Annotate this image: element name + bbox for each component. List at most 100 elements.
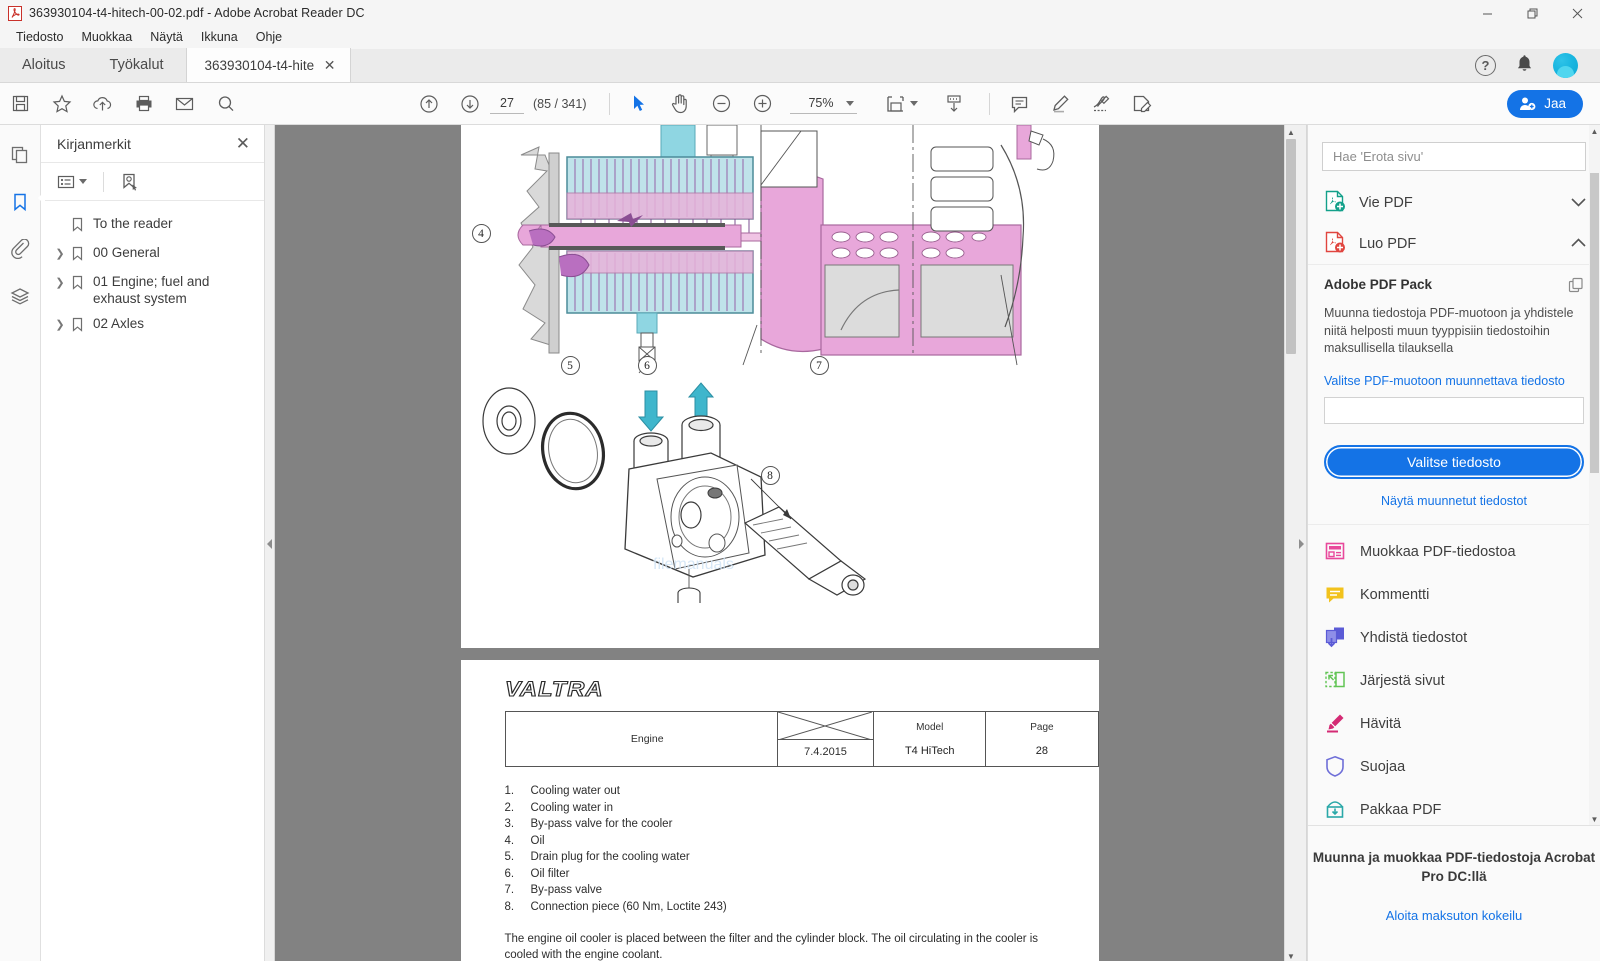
legend-number: 2. bbox=[504, 801, 515, 814]
document-viewport[interactable]: filemanuals 4 5 6 7 8 VALTRA Engine 7.4.… bbox=[275, 125, 1297, 961]
tool-label: Pakkaa PDF bbox=[1360, 802, 1442, 818]
menu-muokkaa[interactable]: Muokkaa bbox=[73, 28, 140, 47]
page-number-input[interactable] bbox=[490, 93, 524, 114]
previous-page-icon[interactable] bbox=[408, 83, 449, 125]
accordion-create-pdf[interactable]: Luo PDF bbox=[1308, 223, 1600, 264]
comment-icon[interactable] bbox=[999, 83, 1040, 125]
scroll-up-icon[interactable]: ▲ bbox=[1285, 125, 1297, 139]
expand-chevron-icon[interactable]: ❯ bbox=[53, 273, 67, 289]
zoom-in-icon[interactable] bbox=[742, 83, 783, 125]
chevron-down-icon bbox=[79, 179, 87, 184]
show-converted-files-link[interactable]: Näytä muunnetut tiedostot bbox=[1324, 494, 1584, 508]
page-thumbnails-icon[interactable] bbox=[4, 139, 36, 171]
layers-icon[interactable] bbox=[4, 280, 36, 312]
close-button[interactable] bbox=[1555, 0, 1600, 26]
zoom-level-dropdown[interactable]: 75% bbox=[789, 93, 857, 114]
tools-panel-scrollbar[interactable]: ▲ ▼ bbox=[1589, 125, 1600, 825]
new-bookmark-icon[interactable] bbox=[117, 169, 143, 195]
tools-search-input[interactable] bbox=[1322, 142, 1586, 171]
bookmark-label: To the reader bbox=[93, 216, 173, 231]
list-item: 8. Connection piece (60 Nm, Loctite 243) bbox=[505, 899, 1065, 916]
collapse-left-icon[interactable] bbox=[267, 539, 272, 549]
document-scrollbar[interactable]: ▲ ▼ bbox=[1284, 125, 1297, 961]
legend-list: 1. Cooling water out 2. Cooling water in 3… bbox=[505, 783, 1065, 915]
menu-tiedosto[interactable]: Tiedosto bbox=[8, 28, 71, 47]
tab-close-icon[interactable]: ✕ bbox=[324, 58, 336, 72]
panel-scrollbar-thumb[interactable] bbox=[1590, 173, 1599, 473]
copy-icon[interactable] bbox=[1568, 277, 1584, 296]
star-icon[interactable] bbox=[41, 83, 82, 125]
collapse-right-icon[interactable] bbox=[1299, 539, 1304, 549]
next-page-icon[interactable] bbox=[449, 83, 490, 125]
chevron-down-icon[interactable] bbox=[1571, 196, 1586, 210]
tool-edit-pdf[interactable]: Muokkaa PDF-tiedostoa bbox=[1308, 531, 1600, 574]
document-body-text: The engine oil cooler is placed between … bbox=[504, 933, 1039, 961]
select-file-button[interactable]: Valitse tiedosto bbox=[1324, 444, 1584, 479]
tools-search-wrap bbox=[1308, 125, 1600, 182]
edit-pdf-icon bbox=[1324, 540, 1346, 565]
cloud-upload-icon[interactable] bbox=[82, 83, 123, 125]
bookmark-options-icon[interactable] bbox=[54, 171, 90, 193]
share-button[interactable]: Jaa bbox=[1507, 89, 1583, 118]
minimize-button[interactable] bbox=[1465, 0, 1510, 26]
promo-trial-link[interactable]: Aloita maksuton kokeilu bbox=[1308, 908, 1600, 923]
tool-organize-pages[interactable]: Järjestä sivut bbox=[1308, 660, 1600, 703]
fill-and-sign-icon[interactable] bbox=[1122, 83, 1163, 125]
fit-page-icon[interactable] bbox=[881, 83, 922, 125]
attachments-icon[interactable] bbox=[4, 233, 36, 265]
meta-description: Engine bbox=[504, 711, 778, 767]
menu-ikkuna[interactable]: Ikkuna bbox=[193, 28, 246, 47]
tool-comment[interactable]: Kommentti bbox=[1308, 574, 1600, 617]
menu-nayta[interactable]: Näytä bbox=[142, 28, 191, 47]
help-icon[interactable]: ? bbox=[1475, 54, 1496, 76]
pdf-pack-section: Adobe PDF Pack Muunna tiedostoja PDF-muo… bbox=[1308, 264, 1600, 525]
left-panel-splitter[interactable] bbox=[265, 125, 275, 961]
print-icon[interactable] bbox=[123, 83, 164, 125]
page-scrolling-icon[interactable] bbox=[934, 83, 975, 125]
bookmark-item-02-axles[interactable]: ❯ 02 Axles bbox=[41, 311, 264, 340]
zoom-out-icon[interactable] bbox=[701, 83, 742, 125]
scrollbar-thumb[interactable] bbox=[1286, 139, 1296, 354]
tab-document[interactable]: 363930104-t4-hite... ✕ bbox=[185, 48, 351, 82]
menu-ohje[interactable]: Ohje bbox=[248, 28, 290, 47]
restore-button[interactable] bbox=[1510, 0, 1555, 26]
page-28-content: VALTRA Engine 7.4.2015 Model T4 HiTech P… bbox=[461, 660, 1099, 961]
tool-protect[interactable]: Suojaa bbox=[1308, 746, 1600, 789]
panel-scroll-down-icon[interactable]: ▼ bbox=[1589, 813, 1600, 825]
chevron-up-icon[interactable] bbox=[1571, 237, 1586, 251]
save-icon[interactable] bbox=[0, 83, 41, 125]
bookmarks-icon[interactable] bbox=[4, 186, 45, 218]
pdf-pack-title-row: Adobe PDF Pack bbox=[1324, 277, 1584, 296]
navigation-rail bbox=[0, 125, 45, 961]
panel-scroll-up-icon[interactable]: ▲ bbox=[1589, 125, 1600, 137]
right-panel-splitter[interactable] bbox=[1297, 125, 1307, 961]
close-icon[interactable]: ✕ bbox=[236, 135, 250, 152]
accordion-export-pdf-label: Vie PDF bbox=[1359, 194, 1413, 211]
notification-bell-icon[interactable] bbox=[1516, 54, 1533, 76]
email-icon[interactable] bbox=[164, 83, 205, 125]
meta-model-value: T4 HiTech bbox=[904, 744, 955, 757]
search-icon[interactable] bbox=[205, 83, 246, 125]
expand-chevron-icon[interactable]: ❯ bbox=[53, 244, 67, 260]
pdf-pack-file-field[interactable] bbox=[1324, 396, 1584, 424]
tool-combine-files[interactable]: Yhdistä tiedostot bbox=[1308, 617, 1600, 660]
user-avatar[interactable] bbox=[1553, 52, 1578, 78]
bookmarks-header: Kirjanmerkit ✕ bbox=[41, 125, 264, 163]
combine-files-icon bbox=[1324, 626, 1346, 651]
tab-tools[interactable]: Työkalut bbox=[87, 48, 186, 82]
list-item: 5. Drain plug for the cooling water bbox=[505, 849, 1065, 866]
tab-home[interactable]: Aloitus bbox=[0, 48, 88, 82]
bookmark-icon bbox=[71, 244, 89, 265]
sign-icon[interactable] bbox=[1081, 83, 1122, 125]
callout-4: 4 bbox=[471, 224, 491, 243]
bookmark-item-00-general[interactable]: ❯ 00 General bbox=[41, 240, 264, 269]
bookmark-item-01-engine[interactable]: ❯ 01 Engine; fuel and exhaust system bbox=[41, 269, 264, 311]
bookmark-item-to-the-reader[interactable]: To the reader bbox=[41, 211, 264, 240]
accordion-export-pdf[interactable]: Vie PDF bbox=[1308, 182, 1600, 223]
tool-redact[interactable]: Hävitä bbox=[1308, 703, 1600, 746]
highlight-icon[interactable] bbox=[1040, 83, 1081, 125]
expand-chevron-icon[interactable]: ❯ bbox=[53, 315, 67, 331]
scroll-down-icon[interactable]: ▼ bbox=[1285, 949, 1297, 961]
hand-tool-icon[interactable] bbox=[660, 83, 701, 125]
select-cursor-icon[interactable] bbox=[619, 83, 660, 125]
